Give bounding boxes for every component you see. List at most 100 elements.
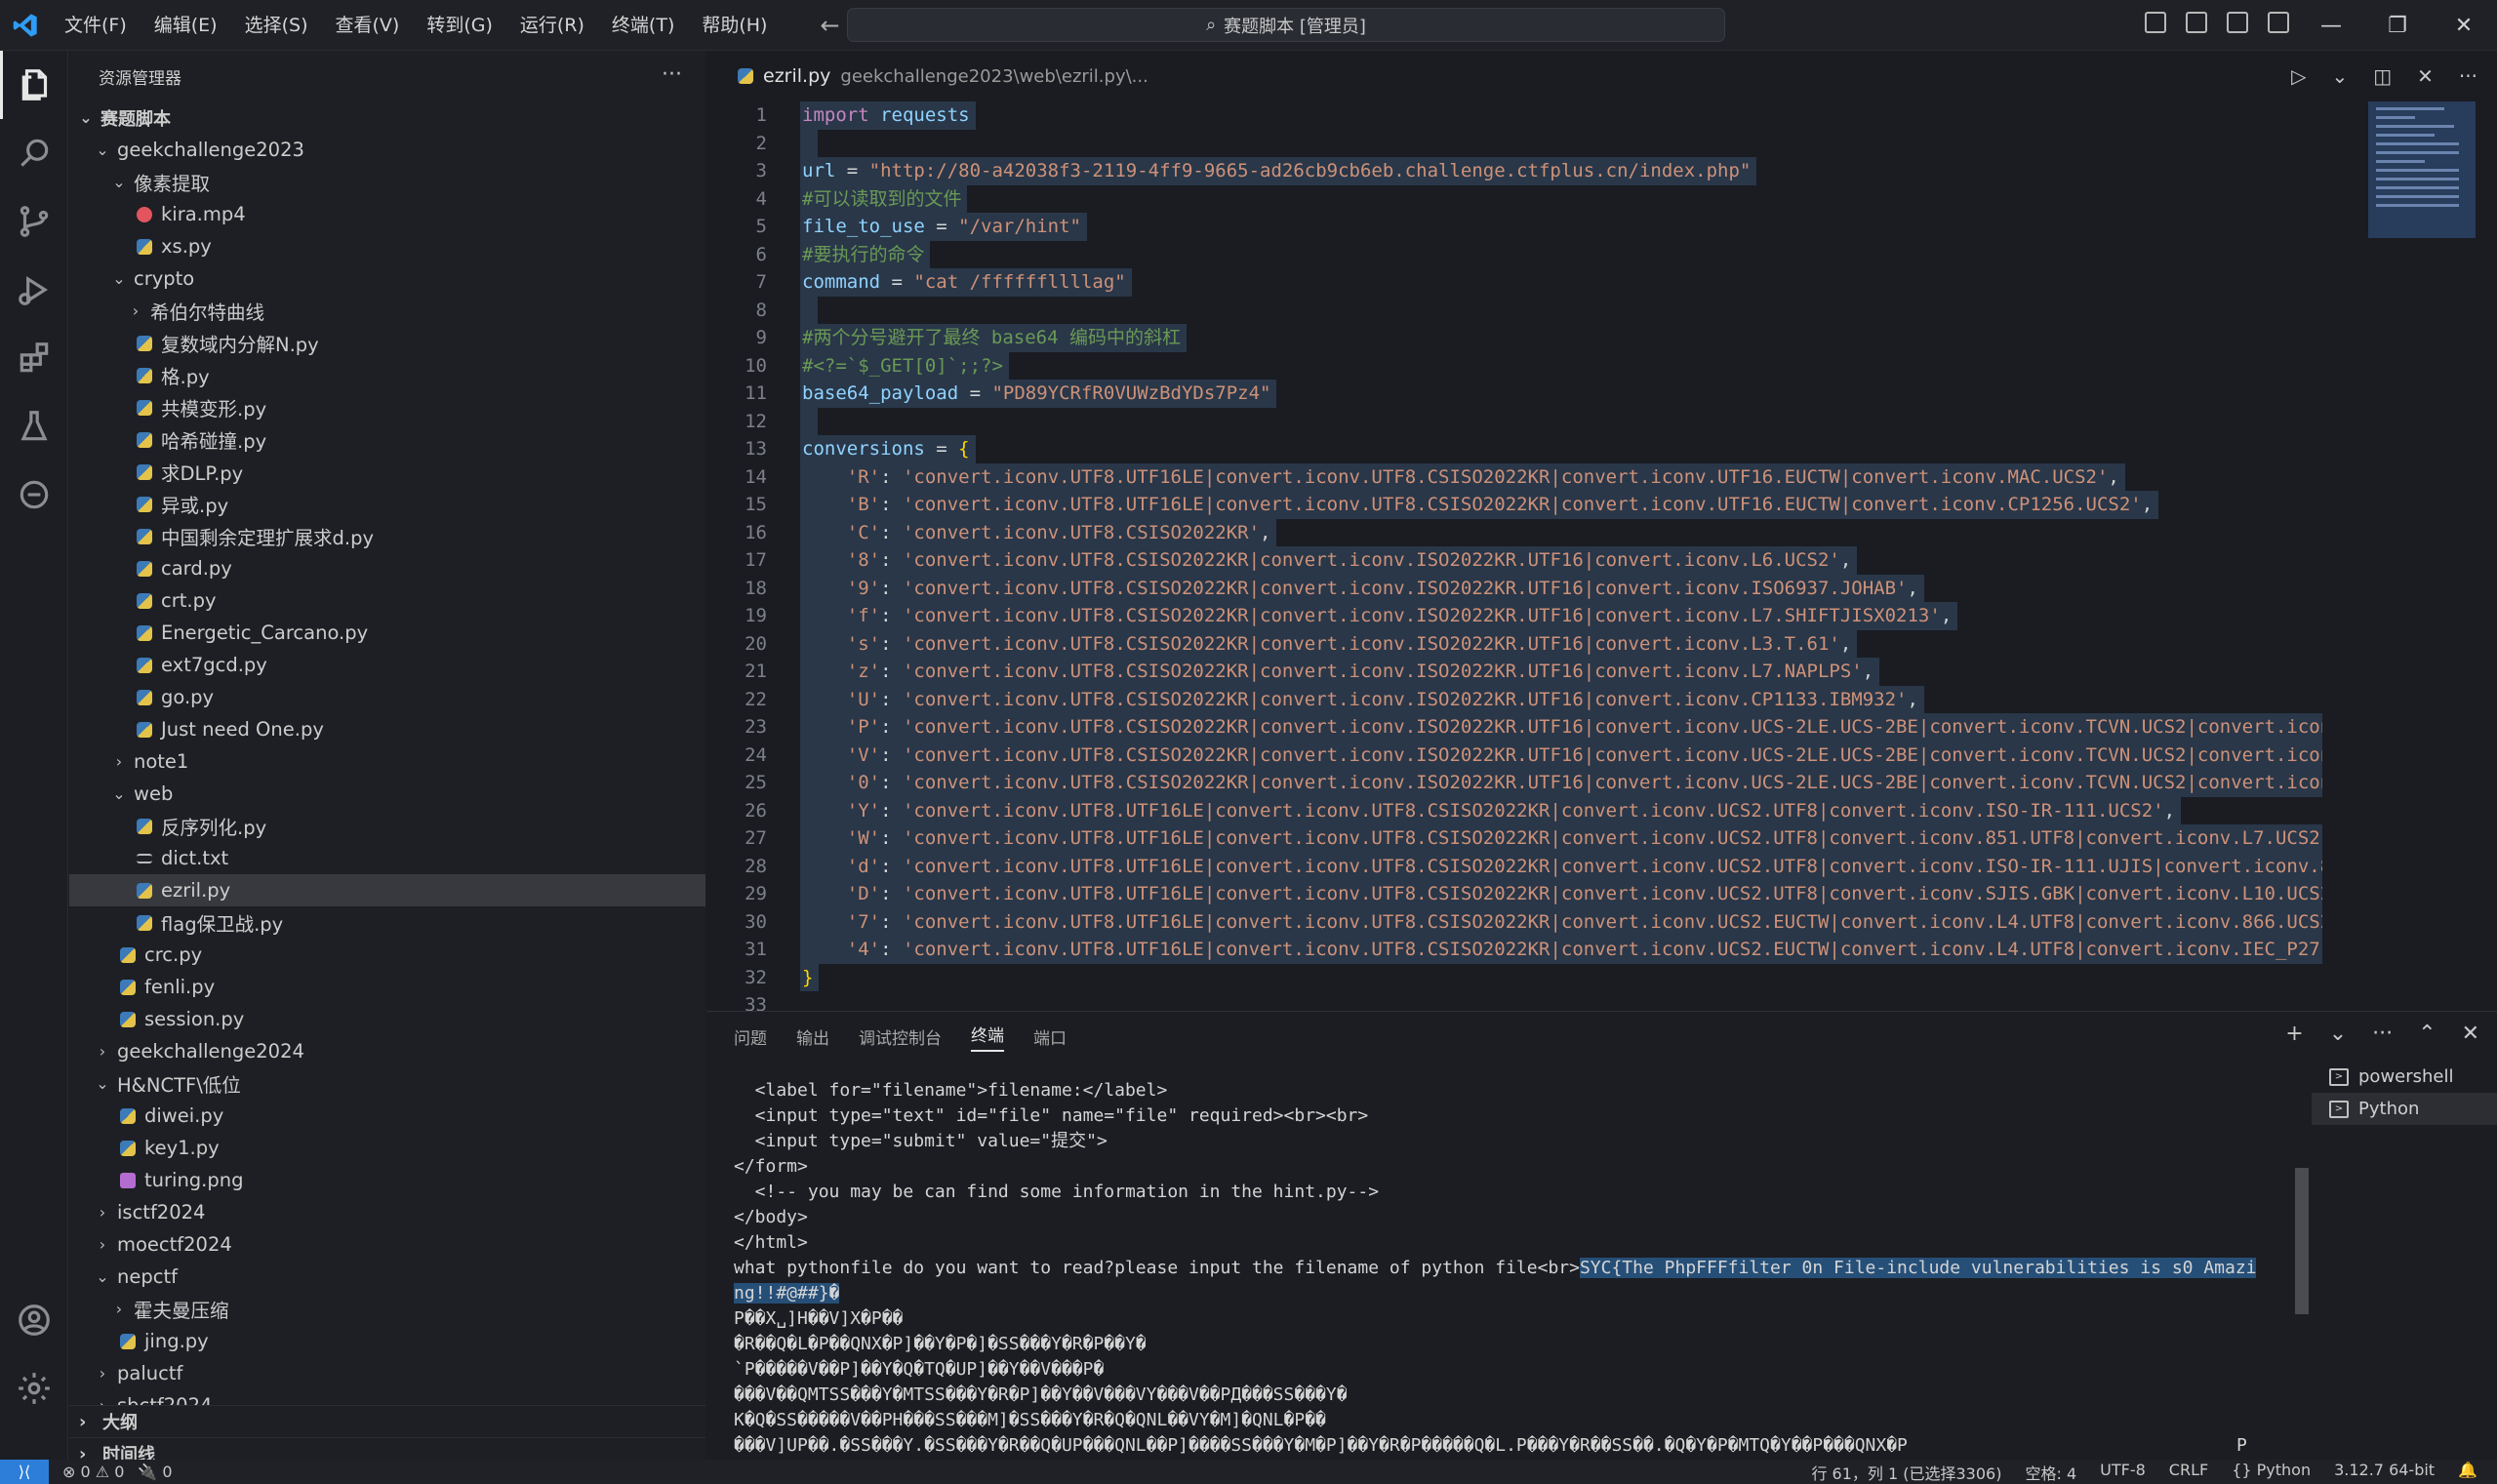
- restore-icon[interactable]: ❐: [2364, 0, 2431, 51]
- timeline-section[interactable]: › 时间线: [69, 1437, 705, 1460]
- tree-folder[interactable]: ⌄ geekchallenge2023: [69, 134, 705, 166]
- tree-file[interactable]: ext7gcd.py: [69, 649, 705, 681]
- tree-folder[interactable]: › 霍夫曼压缩: [69, 1293, 705, 1325]
- source-control-icon[interactable]: [0, 187, 68, 256]
- tree-file[interactable]: 格.py: [69, 359, 705, 391]
- terminal-instance[interactable]: > powershell: [2312, 1061, 2497, 1093]
- tree-folder[interactable]: › isctf2024: [69, 1196, 705, 1228]
- menu-item[interactable]: 运行(R): [506, 0, 598, 51]
- terminal-output[interactable]: <label for="filename">filename:</label> …: [734, 1078, 2256, 1459]
- tree-file[interactable]: session.py: [69, 1003, 705, 1035]
- menu-item[interactable]: 终端(T): [598, 0, 688, 51]
- tree-folder[interactable]: › paluctf: [69, 1357, 705, 1389]
- tree-file[interactable]: kira.mp4: [69, 198, 705, 230]
- tree-file[interactable]: Just need One.py: [69, 713, 705, 745]
- menu-item[interactable]: 查看(V): [322, 0, 414, 51]
- tree-folder[interactable]: › note1: [69, 745, 705, 778]
- toggle-sidebar-icon[interactable]: [2145, 12, 2166, 33]
- explorer-icon[interactable]: [0, 51, 68, 119]
- code-line[interactable]: 4 #可以读取到的文件: [706, 184, 2365, 213]
- close-icon[interactable]: ✕: [2431, 0, 2497, 51]
- tree-file[interactable]: card.py: [69, 552, 705, 584]
- end-of-line[interactable]: CRLF: [2169, 1461, 2208, 1484]
- tree-file[interactable]: xs.py: [69, 230, 705, 262]
- code-line[interactable]: 14 'R': 'convert.iconv.UTF8.UTF16LE|conv…: [706, 462, 2365, 491]
- menu-item[interactable]: 帮助(H): [688, 0, 781, 51]
- tree-folder[interactable]: ⌄ H&NCTF\低位: [69, 1067, 705, 1100]
- tree-file[interactable]: diwei.py: [69, 1100, 705, 1132]
- toggle-panel-icon[interactable]: [2186, 12, 2207, 33]
- language-mode[interactable]: {} Python: [2232, 1461, 2311, 1484]
- command-center-search[interactable]: ⌕ 赛题脚本 [管理员]: [847, 8, 1725, 42]
- editor-more-icon[interactable]: ···: [2459, 64, 2477, 88]
- code-line[interactable]: 30 '7': 'convert.iconv.UTF8.UTF16LE|conv…: [706, 907, 2365, 936]
- tree-file[interactable]: 中国剩余定理扩展求d.py: [69, 520, 705, 552]
- indentation[interactable]: 空格: 4: [2025, 1461, 2076, 1484]
- tree-file[interactable]: ezril.py: [69, 874, 705, 906]
- tree-file[interactable]: flag保卫战.py: [69, 906, 705, 939]
- cursor-position[interactable]: 行 61，列 1 (已选择3306): [1811, 1461, 2001, 1484]
- tree-file[interactable]: go.py: [69, 681, 705, 713]
- code-line[interactable]: 16 'C': 'convert.iconv.UTF8.CSISO2022KR'…: [706, 518, 2365, 546]
- tree-folder[interactable]: ⌄ crypto: [69, 262, 705, 295]
- tree-folder[interactable]: › 希伯尔特曲线: [69, 295, 705, 327]
- minimap[interactable]: [2368, 101, 2476, 238]
- back-arrow-icon[interactable]: ←: [820, 12, 839, 39]
- testing-flask-icon[interactable]: [0, 392, 68, 461]
- editor-tab-ezril[interactable]: ezril.py: [763, 65, 830, 87]
- breadcrumb[interactable]: geekchallenge2023\web\ezril.py\...: [840, 66, 1148, 87]
- remote-explorer-icon[interactable]: [0, 461, 68, 529]
- ports-count[interactable]: 🔌 0: [138, 1463, 172, 1481]
- terminal-instance[interactable]: > Python: [2312, 1093, 2497, 1125]
- close-panel-icon[interactable]: ✕: [2462, 1022, 2479, 1046]
- code-line[interactable]: 3 url = "http://80-a42038f3-2119-4ff9-966…: [706, 157, 2365, 185]
- code-line[interactable]: 11 base64_payload = "PD89YCRfR0VUWzBdYDs7…: [706, 380, 2365, 408]
- search-view-icon[interactable]: [0, 119, 68, 187]
- tree-file[interactable]: 哈希碰撞.py: [69, 423, 705, 456]
- extensions-icon[interactable]: [0, 324, 68, 392]
- code-line[interactable]: 13 conversions = {: [706, 435, 2365, 463]
- code-line[interactable]: 15 'B': 'convert.iconv.UTF8.UTF16LE|conv…: [706, 491, 2365, 519]
- code-line[interactable]: 2: [706, 129, 2365, 157]
- tree-folder[interactable]: › geekchallenge2024: [69, 1035, 705, 1067]
- problems-count[interactable]: ⊗ 0 ⚠ 0: [62, 1463, 124, 1481]
- new-terminal-icon[interactable]: +: [2285, 1022, 2303, 1046]
- workspace-root[interactable]: ⌄ 赛题脚本: [69, 101, 705, 134]
- code-line[interactable]: 5 file_to_use = "/var/hint": [706, 213, 2365, 241]
- run-debug-icon[interactable]: [0, 256, 68, 324]
- code-line[interactable]: 7 command = "cat /ffffffllllag": [706, 268, 2365, 297]
- code-line[interactable]: 31 '4': 'convert.iconv.UTF8.UTF16LE|conv…: [706, 936, 2365, 964]
- code-line[interactable]: 26 'Y': 'convert.iconv.UTF8.UTF16LE|conv…: [706, 796, 2365, 824]
- panel-tab[interactable]: 调试控制台: [859, 1024, 942, 1049]
- code-area[interactable]: 1 import requests 2 3 url = "http://80-a4203…: [706, 101, 2365, 1011]
- code-line[interactable]: 20 's': 'convert.iconv.UTF8.CSISO2022KR|…: [706, 629, 2365, 658]
- tree-file[interactable]: 反序列化.py: [69, 810, 705, 842]
- customize-layout-icon[interactable]: [2268, 12, 2289, 33]
- panel-tab[interactable]: 问题: [734, 1024, 767, 1049]
- code-line[interactable]: 18 '9': 'convert.iconv.UTF8.CSISO2022KR|…: [706, 574, 2365, 602]
- menu-item[interactable]: 转到(G): [413, 0, 506, 51]
- code-line[interactable]: 12: [706, 407, 2365, 435]
- python-interpreter[interactable]: 3.12.7 64-bit: [2334, 1461, 2435, 1484]
- menu-item[interactable]: 文件(F): [51, 0, 141, 51]
- terminal-dropdown-icon[interactable]: ⌄: [2329, 1022, 2347, 1046]
- code-line[interactable]: 19 'f': 'convert.iconv.UTF8.CSISO2022KR|…: [706, 602, 2365, 630]
- tree-file[interactable]: 共模变形.py: [69, 391, 705, 423]
- remote-indicator-icon[interactable]: ⟩⟨: [0, 1460, 49, 1484]
- menu-item[interactable]: 编辑(E): [141, 0, 231, 51]
- code-line[interactable]: 29 'D': 'convert.iconv.UTF8.UTF16LE|conv…: [706, 880, 2365, 908]
- tree-folder[interactable]: › moectf2024: [69, 1228, 705, 1261]
- code-line[interactable]: 25 '0': 'convert.iconv.UTF8.CSISO2022KR|…: [706, 769, 2365, 797]
- tree-file[interactable]: 求DLP.py: [69, 456, 705, 488]
- tree-file[interactable]: jing.py: [69, 1325, 705, 1357]
- tree-file[interactable]: Energetic_Carcano.py: [69, 617, 705, 649]
- code-line[interactable]: 33: [706, 991, 2365, 1011]
- settings-gear-icon[interactable]: [0, 1354, 68, 1423]
- tree-file[interactable]: 复数域内分解N.py: [69, 327, 705, 359]
- notifications-bell-icon[interactable]: 🔔: [2458, 1461, 2477, 1484]
- close-editor-icon[interactable]: ✕: [2417, 64, 2434, 88]
- tree-file[interactable]: fenli.py: [69, 971, 705, 1003]
- toggle-secondary-sidebar-icon[interactable]: [2227, 12, 2248, 33]
- tree-file[interactable]: dict.txt: [69, 842, 705, 874]
- code-line[interactable]: 17 '8': 'convert.iconv.UTF8.CSISO2022KR|…: [706, 546, 2365, 575]
